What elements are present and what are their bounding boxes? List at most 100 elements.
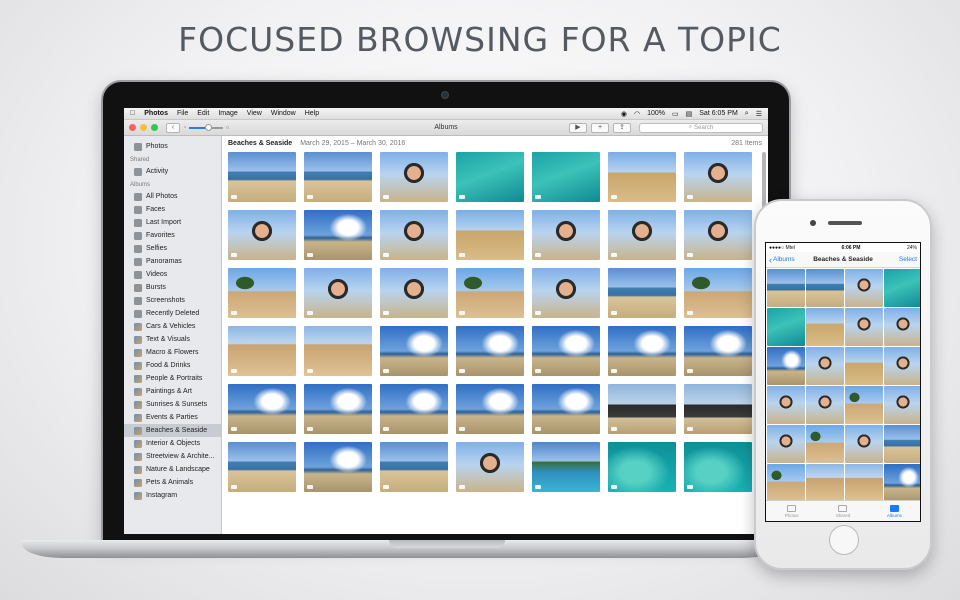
- photo-thumbnail[interactable]: [456, 326, 524, 376]
- menu-help[interactable]: Help: [305, 110, 319, 117]
- photo-thumbnail[interactable]: [608, 268, 676, 318]
- sidebar-item-sunrises-sunsets[interactable]: Sunrises & Sunsets: [124, 398, 221, 411]
- slideshow-play-button[interactable]: ▶: [569, 122, 587, 133]
- sidebar-item-beaches-seaside[interactable]: Beaches & Seaside: [124, 424, 221, 437]
- sidebar-item-nature-landscape[interactable]: Nature & Landscape: [124, 463, 221, 476]
- iphone-photo-thumbnail[interactable]: [806, 308, 844, 346]
- clock[interactable]: Sat 6:05 PM: [699, 110, 738, 117]
- menu-edit[interactable]: Edit: [197, 110, 209, 117]
- photo-thumbnail[interactable]: [684, 210, 752, 260]
- photo-thumbnail[interactable]: [684, 384, 752, 434]
- share-button[interactable]: ⇪: [613, 122, 631, 133]
- photo-thumbnail[interactable]: [608, 210, 676, 260]
- photo-thumbnail[interactable]: [532, 384, 600, 434]
- iphone-photo-thumbnail[interactable]: [806, 347, 844, 385]
- iphone-photo-thumbnail[interactable]: [806, 269, 844, 307]
- photo-thumbnail[interactable]: [532, 268, 600, 318]
- photo-thumbnail[interactable]: [380, 268, 448, 318]
- iphone-photo-thumbnail[interactable]: [767, 269, 805, 307]
- iphone-photo-thumbnail[interactable]: [845, 386, 883, 424]
- iphone-photo-thumbnail[interactable]: [806, 386, 844, 424]
- add-button[interactable]: +: [591, 122, 609, 133]
- sidebar-item-favorites[interactable]: Favorites: [124, 229, 221, 242]
- sidebar-item-cars-vehicles[interactable]: Cars & Vehicles: [124, 320, 221, 333]
- menu-file[interactable]: File: [177, 110, 188, 117]
- sidebar-item-streetview-archite[interactable]: Streetview & Archite...: [124, 450, 221, 463]
- photo-thumbnail[interactable]: [608, 152, 676, 202]
- menu-photos[interactable]: Photos: [144, 110, 168, 117]
- tab-photos[interactable]: Photos: [766, 501, 817, 521]
- iphone-photo-thumbnail[interactable]: [767, 464, 805, 502]
- photo-thumbnail[interactable]: [456, 268, 524, 318]
- tab-shared[interactable]: Shared: [817, 501, 868, 521]
- menu-view[interactable]: View: [247, 110, 262, 117]
- sidebar-item-faces[interactable]: Faces: [124, 203, 221, 216]
- iphone-photo-thumbnail[interactable]: [884, 425, 920, 463]
- iphone-photo-thumbnail[interactable]: [845, 347, 883, 385]
- photo-thumbnail[interactable]: [684, 442, 752, 492]
- sidebar-item-videos[interactable]: Videos: [124, 268, 221, 281]
- sidebar-item-food-drinks[interactable]: Food & Drinks: [124, 359, 221, 372]
- close-button[interactable]: [129, 124, 136, 131]
- iphone-photo-thumbnail[interactable]: [884, 464, 920, 502]
- photo-thumbnail[interactable]: [304, 210, 372, 260]
- battery-percent[interactable]: 100%: [647, 110, 665, 117]
- sidebar-item-screenshots[interactable]: Screenshots: [124, 294, 221, 307]
- photo-thumbnail[interactable]: [228, 326, 296, 376]
- sidebar-item-last-import[interactable]: Last Import: [124, 216, 221, 229]
- photo-thumbnail[interactable]: [228, 210, 296, 260]
- sidebar-item-selfies[interactable]: Selfies: [124, 242, 221, 255]
- apple-logo-icon[interactable]: : [130, 110, 135, 117]
- zoom-slider[interactable]: [189, 123, 224, 131]
- notification-center-icon[interactable]: ☰: [756, 110, 762, 118]
- sidebar-item-paintings-art[interactable]: Paintings & Art: [124, 385, 221, 398]
- iphone-photo-thumbnail[interactable]: [806, 425, 844, 463]
- photo-thumbnail[interactable]: [380, 442, 448, 492]
- photo-thumbnail[interactable]: [304, 442, 372, 492]
- sidebar-item-panoramas[interactable]: Panoramas: [124, 255, 221, 268]
- iphone-photo-thumbnail[interactable]: [767, 308, 805, 346]
- photo-thumbnail[interactable]: [608, 384, 676, 434]
- photo-thumbnail[interactable]: [684, 268, 752, 318]
- photo-thumbnail[interactable]: [684, 152, 752, 202]
- iphone-photo-thumbnail[interactable]: [884, 347, 920, 385]
- battery-icon[interactable]: ▭: [672, 110, 679, 118]
- photo-thumbnail[interactable]: [456, 384, 524, 434]
- sidebar-item-activity[interactable]: Activity: [124, 165, 221, 178]
- photo-thumbnail[interactable]: [684, 326, 752, 376]
- wifi-icon[interactable]: ◠: [634, 110, 640, 118]
- menu-image[interactable]: Image: [218, 110, 237, 117]
- iphone-photo-thumbnail[interactable]: [845, 425, 883, 463]
- menu-window[interactable]: Window: [271, 110, 296, 117]
- photo-thumbnail[interactable]: [456, 210, 524, 260]
- iphone-photo-thumbnail[interactable]: [767, 425, 805, 463]
- zoom-slider-knob[interactable]: [204, 123, 212, 131]
- photo-thumbnail[interactable]: [456, 152, 524, 202]
- iphone-photo-thumbnail[interactable]: [884, 386, 920, 424]
- photo-thumbnail[interactable]: [608, 442, 676, 492]
- tab-albums[interactable]: Albums: [869, 501, 920, 521]
- sidebar-item-events-parties[interactable]: Events & Parties: [124, 411, 221, 424]
- sidebar-item-interior-objects[interactable]: Interior & Objects: [124, 437, 221, 450]
- iphone-photo-thumbnail[interactable]: [845, 464, 883, 502]
- back-button[interactable]: ‹: [166, 122, 180, 133]
- photo-thumbnail[interactable]: [228, 442, 296, 492]
- photo-thumbnail[interactable]: [456, 442, 524, 492]
- sidebar-item-pets-animals[interactable]: Pets & Animals: [124, 476, 221, 489]
- photo-thumbnail[interactable]: [608, 326, 676, 376]
- photo-thumbnail[interactable]: [304, 384, 372, 434]
- iphone-photo-thumbnail[interactable]: [845, 269, 883, 307]
- albums-back-button[interactable]: ‹ Albums: [769, 255, 795, 265]
- select-button[interactable]: Select: [899, 256, 917, 263]
- photo-thumbnail[interactable]: [304, 268, 372, 318]
- photo-thumbnail[interactable]: [532, 152, 600, 202]
- sidebar-item-photos[interactable]: Photos: [124, 140, 221, 153]
- sidebar-item-bursts[interactable]: Bursts: [124, 281, 221, 294]
- photo-thumbnail[interactable]: [228, 384, 296, 434]
- sidebar-item-text-visuals[interactable]: Text & Visuals: [124, 333, 221, 346]
- photo-thumbnail[interactable]: [228, 152, 296, 202]
- flag-icon[interactable]: ▤: [686, 110, 693, 118]
- photo-thumbnail[interactable]: [228, 268, 296, 318]
- zoom-button[interactable]: [151, 124, 158, 131]
- photo-thumbnail[interactable]: [304, 326, 372, 376]
